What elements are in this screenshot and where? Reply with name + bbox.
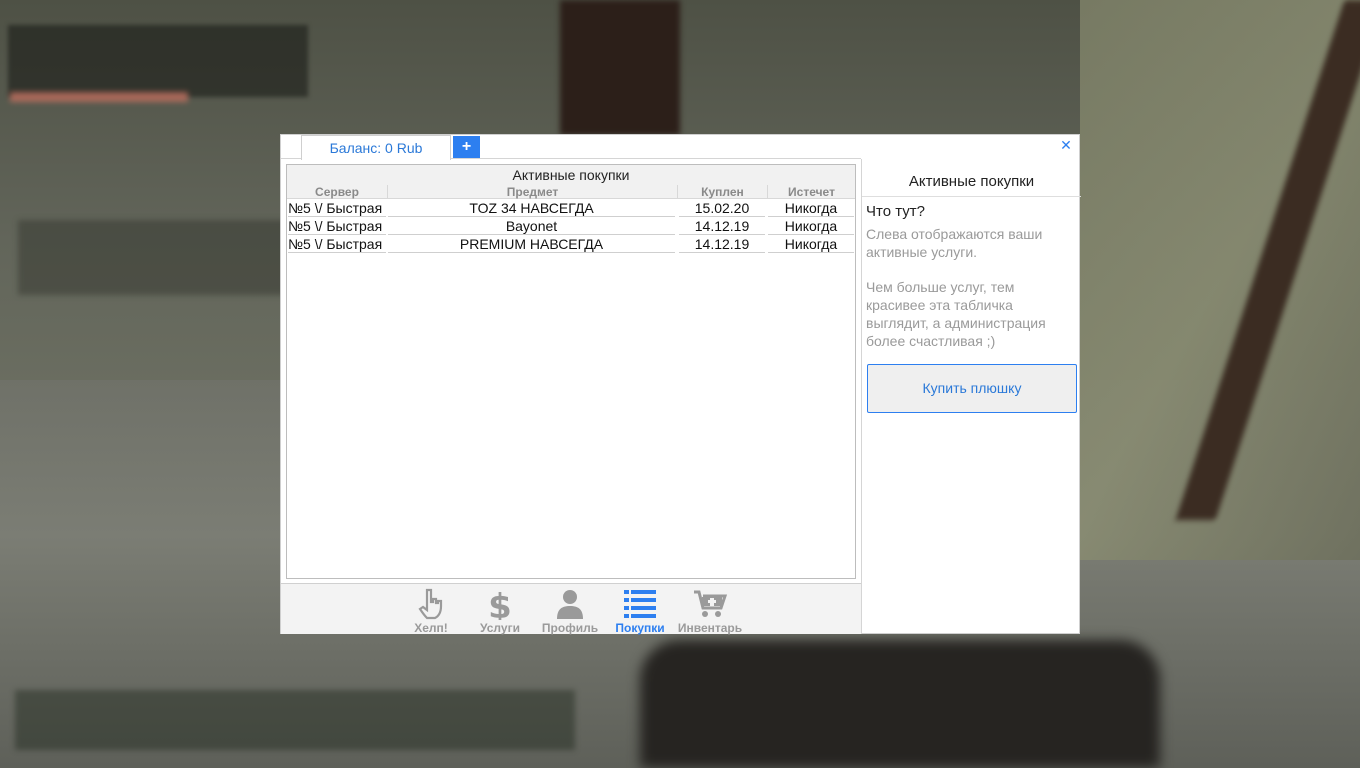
cell-bought: 15.02.20 [679, 200, 765, 217]
table-rows: №5 \/ Быстрая TOZ 34 НАВСЕГДА 15.02.20 Н… [287, 199, 855, 253]
nav-label: Инвентарь [677, 621, 743, 635]
column-bought[interactable]: Куплен [677, 185, 767, 199]
tab-bar: Баланс: 0 Rub + [281, 135, 861, 160]
balance-tab[interactable]: Баланс: 0 Rub [301, 135, 451, 160]
cell-server: №5 \/ Быстрая [288, 218, 386, 235]
shop-dialog: Баланс: 0 Rub + ✕ Активные покупки Серве… [280, 134, 1081, 635]
cell-item: TOZ 34 НАВСЕГДА [388, 200, 675, 217]
cell-expires: Никогда [768, 200, 854, 217]
purchases-table: Активные покупки Сервер Предмет Куплен И… [286, 164, 856, 579]
table-title: Активные покупки [512, 167, 630, 183]
cell-server: №5 \/ Быстрая [288, 236, 386, 253]
dollar-icon: $ [488, 588, 512, 620]
nav-inventory[interactable]: Инвентарь [675, 586, 745, 635]
nav-profile[interactable]: Профиль [535, 586, 605, 635]
bg-hud-bar [10, 92, 188, 102]
bg-chat [18, 220, 288, 295]
bg-weapon [640, 640, 1160, 768]
nav-label: Услуги [480, 621, 520, 635]
cell-item: PREMIUM НАВСЕГДА [388, 236, 675, 253]
nav-label: Хелп! [414, 621, 448, 635]
column-expires[interactable]: Истечет [767, 185, 855, 199]
bg-hud-scoreboard [8, 25, 308, 97]
info-text-2: Чем больше услуг, тем красивее эта табли… [866, 279, 1046, 349]
svg-text:$: $ [488, 588, 512, 620]
cell-item: Bayonet [388, 218, 675, 235]
column-item[interactable]: Предмет [387, 185, 677, 199]
nav-label: Покупки [615, 621, 665, 635]
info-text: Слева отображаются ваши активные услуги. [866, 226, 1043, 260]
close-icon[interactable]: ✕ [1059, 138, 1073, 152]
table-row[interactable]: №5 \/ Быстрая Bayonet 14.12.19 Никогда [287, 217, 855, 235]
add-balance-button[interactable]: + [453, 136, 480, 158]
table-row[interactable]: №5 \/ Быстрая TOZ 34 НАВСЕГДА 15.02.20 Н… [287, 199, 855, 217]
column-server[interactable]: Сервер [287, 185, 387, 199]
cell-server: №5 \/ Быстрая [288, 200, 386, 217]
cell-bought: 14.12.19 [679, 236, 765, 253]
list-icon [624, 590, 656, 618]
info-title: Активные покупки [862, 173, 1081, 197]
bg-door [560, 0, 680, 135]
user-icon [557, 590, 583, 619]
bottom-nav: Хелп! $ Услуги Профиль Покупки Инвентарь [281, 583, 861, 635]
cell-expires: Никогда [768, 218, 854, 235]
cart-plus-icon [694, 590, 728, 617]
cell-expires: Никогда [768, 236, 854, 253]
table-header: Активные покупки Сервер Предмет Куплен И… [287, 165, 855, 199]
cell-bought: 14.12.19 [679, 218, 765, 235]
bg-hud-bottom [15, 690, 575, 750]
nav-help[interactable]: Хелп! [396, 586, 466, 635]
buy-button[interactable]: Купить плюшку [867, 364, 1077, 413]
info-panel: Активные покупки Что тут? Слева отобража… [861, 159, 1081, 634]
info-question: Что тут? [866, 203, 925, 220]
nav-purchases[interactable]: Покупки [605, 586, 675, 635]
hand-pointer-icon [418, 588, 443, 620]
nav-label: Профиль [541, 621, 599, 635]
table-row[interactable]: №5 \/ Быстрая PREMIUM НАВСЕГДА 14.12.19 … [287, 235, 855, 253]
nav-services[interactable]: $ Услуги [465, 586, 535, 635]
